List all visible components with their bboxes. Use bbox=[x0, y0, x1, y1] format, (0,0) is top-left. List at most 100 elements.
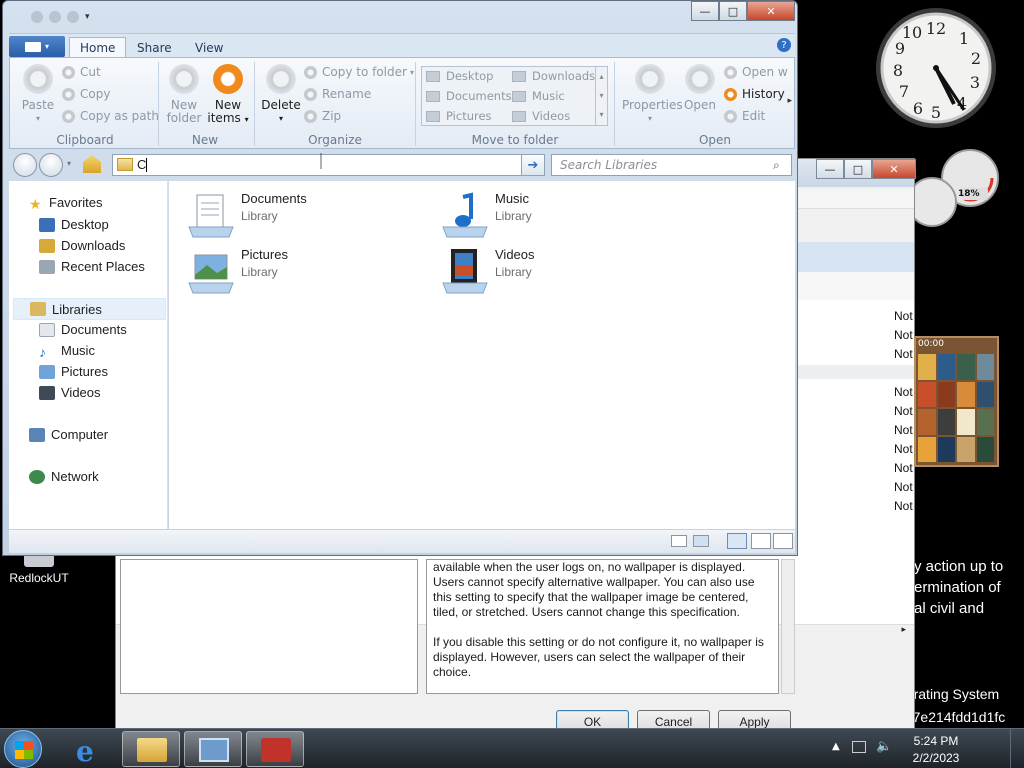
qat-button-icon[interactable] bbox=[49, 11, 61, 23]
nav-libraries[interactable]: Libraries bbox=[13, 298, 166, 320]
nav-pictures[interactable]: Pictures bbox=[39, 364, 108, 379]
new-folder-button[interactable]: New folder bbox=[162, 64, 206, 125]
up-folder-icon[interactable] bbox=[83, 155, 101, 173]
rename-button[interactable]: Rename bbox=[304, 86, 371, 102]
address-field[interactable]: C ▼ bbox=[112, 154, 544, 176]
qat-button-icon[interactable] bbox=[31, 11, 43, 23]
move-to-documents[interactable]: Documents bbox=[426, 89, 512, 103]
close-button[interactable]: ✕ bbox=[872, 159, 916, 179]
nav-computer[interactable]: Computer bbox=[29, 427, 108, 442]
open-icon bbox=[685, 64, 715, 94]
copy-to-folder-button[interactable]: Copy to folder ▾ bbox=[304, 64, 414, 80]
clock-time[interactable]: 5:24 PM bbox=[896, 734, 976, 748]
copy-as-path-button[interactable]: Copy as path bbox=[62, 108, 159, 124]
move-to-music[interactable]: Music bbox=[512, 89, 565, 103]
library-videos[interactable]: Videos Library bbox=[441, 247, 535, 295]
tab-share[interactable]: Share bbox=[127, 37, 182, 58]
ribbon-separator bbox=[614, 62, 615, 146]
nav-desktop[interactable]: Desktop bbox=[39, 217, 109, 232]
cpu-meter-gadget[interactable] bbox=[912, 148, 1000, 234]
network-tray-icon[interactable] bbox=[852, 741, 866, 753]
nav-recent-places[interactable]: Recent Places bbox=[39, 259, 145, 274]
library-documents[interactable]: Documents Library bbox=[187, 191, 307, 239]
new-items-button[interactable]: New items ▾ bbox=[206, 64, 250, 126]
videos-library-icon bbox=[442, 249, 488, 294]
library-pictures[interactable]: Pictures Library bbox=[187, 247, 288, 295]
puzzle-gadget[interactable]: 00:00 bbox=[914, 336, 999, 467]
start-button[interactable] bbox=[4, 730, 42, 768]
help-scrollbar[interactable] bbox=[781, 559, 795, 694]
gallery-scroll[interactable]: ▴ ▾ ▾ bbox=[595, 67, 607, 125]
windows-logo-icon bbox=[15, 741, 33, 759]
nav-music[interactable]: ♪ Music bbox=[39, 343, 95, 360]
file-menu-button[interactable]: ▾ bbox=[9, 36, 65, 57]
clock-gadget[interactable]: 1212 345 678 910 bbox=[872, 6, 1002, 130]
history-button[interactable]: History bbox=[724, 86, 785, 102]
back-button[interactable] bbox=[13, 153, 37, 177]
details-pane-icon[interactable] bbox=[751, 533, 771, 549]
ribbon-scroll-right-icon[interactable]: ▸ bbox=[787, 96, 792, 106]
chevron-down-icon: ▾ bbox=[409, 67, 414, 77]
downloads-icon bbox=[39, 238, 55, 253]
music-library-icon bbox=[442, 192, 488, 238]
move-to-videos[interactable]: Videos bbox=[512, 109, 570, 123]
minimize-button[interactable]: — bbox=[691, 1, 719, 21]
group-label-new: New bbox=[191, 133, 219, 147]
navigation-pane-icon[interactable] bbox=[773, 533, 793, 549]
open-with-button[interactable]: Open w bbox=[724, 64, 788, 80]
taskbar-explorer[interactable] bbox=[122, 731, 180, 767]
maximize-button[interactable]: □ bbox=[719, 1, 747, 21]
show-desktop-button[interactable] bbox=[1010, 729, 1024, 768]
copy-button[interactable]: Copy bbox=[62, 86, 110, 102]
close-button[interactable]: ✕ bbox=[747, 1, 795, 21]
maximize-button[interactable]: □ bbox=[844, 159, 872, 179]
move-to-pictures[interactable]: Pictures bbox=[426, 109, 492, 123]
quick-access-toolbar[interactable]: ▾ bbox=[31, 9, 101, 25]
nav-documents[interactable]: Documents bbox=[39, 322, 127, 337]
explorer-window[interactable]: ▾ — □ ✕ ▾ Home Share View ? Paste ▾ Cut C… bbox=[2, 0, 798, 556]
volume-muted-icon[interactable]: 🔈 bbox=[876, 739, 892, 754]
svg-text:8: 8 bbox=[893, 61, 903, 80]
show-hidden-icons[interactable]: ▲ bbox=[832, 741, 840, 752]
go-button[interactable]: ➔ bbox=[521, 154, 545, 176]
search-input[interactable]: Search Libraries bbox=[551, 154, 792, 176]
recent-locations-icon[interactable]: ▾ bbox=[67, 159, 71, 168]
large-icons-view-icon[interactable] bbox=[693, 535, 709, 547]
taskbar-internet-explorer[interactable]: e bbox=[62, 731, 120, 768]
forward-button[interactable] bbox=[39, 153, 63, 177]
tab-view[interactable]: View bbox=[185, 37, 233, 58]
libraries-icon bbox=[30, 302, 46, 316]
taskbar-redlock[interactable] bbox=[246, 731, 304, 767]
move-to-gallery[interactable]: Desktop Downloads Documents Music Pictur… bbox=[421, 66, 608, 126]
cut-button[interactable]: Cut bbox=[62, 64, 101, 80]
delete-button[interactable]: Delete ▾ bbox=[258, 64, 304, 125]
nav-network[interactable]: Network bbox=[29, 469, 99, 484]
clock-date[interactable]: 2/2/2023 bbox=[896, 751, 976, 765]
tab-home[interactable]: Home bbox=[69, 37, 127, 58]
preview-pane-icon[interactable] bbox=[727, 533, 747, 549]
pictures-icon bbox=[426, 110, 440, 122]
zip-button[interactable]: Zip bbox=[304, 108, 341, 124]
help-panel: available when the user logs on, no wall… bbox=[426, 559, 779, 694]
open-button[interactable]: Open bbox=[678, 64, 722, 112]
paste-button[interactable]: Paste ▾ bbox=[16, 64, 60, 125]
details-view-icon[interactable] bbox=[671, 535, 687, 547]
window-controls[interactable]: — □ ✕ bbox=[691, 1, 795, 21]
help-icon[interactable]: ? bbox=[777, 38, 791, 52]
qat-button-icon[interactable] bbox=[67, 11, 79, 23]
minimize-button[interactable]: — bbox=[816, 159, 844, 179]
puzzle-grid[interactable] bbox=[918, 354, 994, 462]
list-item: Not bbox=[894, 309, 913, 323]
qat-dropdown-icon[interactable]: ▾ bbox=[85, 12, 90, 22]
taskbar-control-panel[interactable] bbox=[184, 731, 242, 767]
recent-places-icon bbox=[39, 259, 55, 274]
nav-videos[interactable]: Videos bbox=[39, 385, 101, 400]
nav-downloads[interactable]: Downloads bbox=[39, 238, 125, 253]
nav-favorites[interactable]: ★ Favorites bbox=[29, 195, 102, 212]
properties-button[interactable]: Properties ▾ bbox=[622, 64, 683, 125]
library-music[interactable]: Music Library bbox=[441, 191, 532, 239]
move-to-downloads[interactable]: Downloads bbox=[512, 69, 595, 83]
edit-button[interactable]: Edit bbox=[724, 108, 765, 124]
move-to-desktop[interactable]: Desktop bbox=[426, 69, 493, 83]
group-label-clipboard: Clipboard bbox=[56, 133, 114, 147]
